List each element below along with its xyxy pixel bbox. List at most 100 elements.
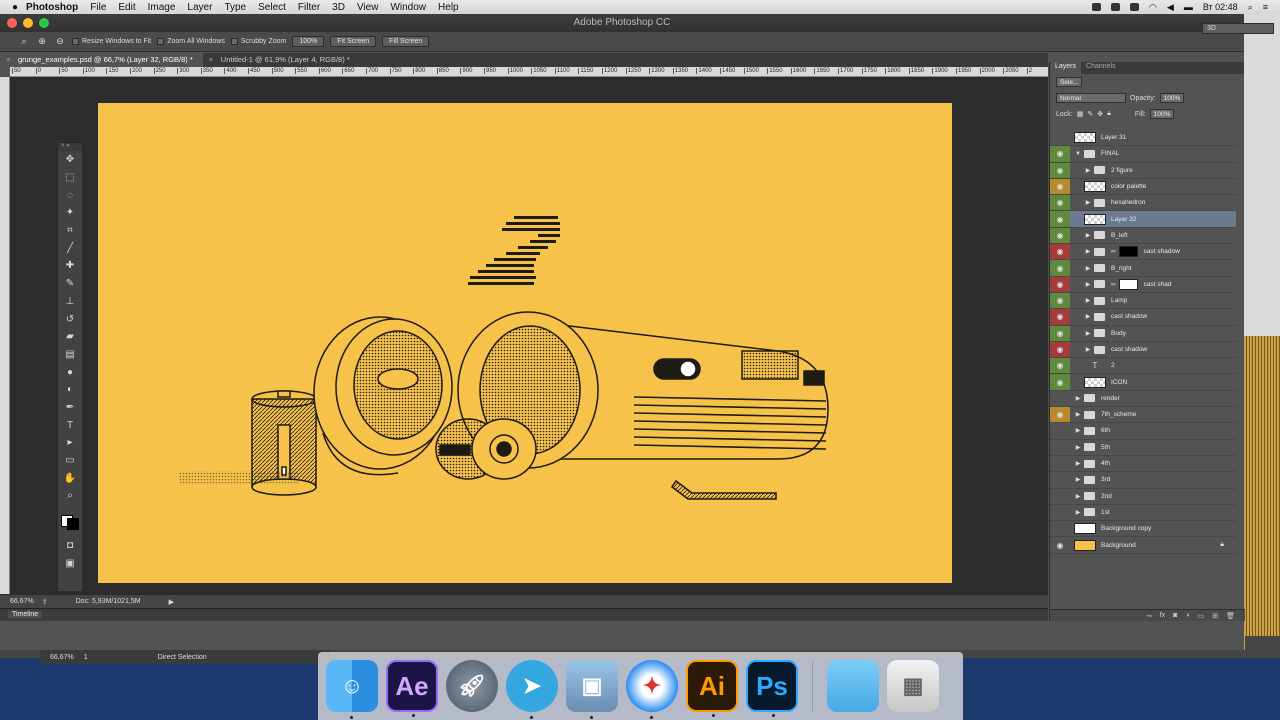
visibility-eye-icon[interactable] [1050,472,1070,487]
resize-windows-checkbox[interactable]: Resize Windows to Fit [72,38,151,45]
lock-brush-icon[interactable]: ✎ [1087,110,1093,118]
layer-row[interactable]: ◉ T 2 [1050,358,1236,375]
type-tool-icon[interactable]: T [58,416,82,434]
pen-tool-icon[interactable]: ✒ [58,399,82,417]
path-select-tool-icon[interactable]: ▸ [58,434,82,452]
notification-icon[interactable]: ≡ [1263,2,1268,12]
lock-move-icon[interactable]: ✥ [1097,110,1103,118]
workspace-select[interactable]: 3D [1202,23,1274,34]
chain-link-icon[interactable]: ∞ [1111,281,1116,288]
layer-row[interactable]: ◉ ▶ B_left [1050,227,1236,245]
after-effects-icon[interactable]: Ae [386,660,438,717]
tab-untitled-1[interactable]: × Untitled-1 @ 61,9% (Layer 4, RGB/8) * [203,53,360,67]
close-tab-icon[interactable]: × [6,55,10,64]
expand-right-icon[interactable]: ▶ [1074,444,1082,451]
menu-image[interactable]: Image [148,2,176,13]
horizontal-ruler[interactable]: 50 0 50 100 150 200 250 300 350 400 450 500 550 600 65… [10,67,1048,77]
lasso-tool-icon[interactable]: ◌ [58,186,82,204]
visibility-eye-icon[interactable] [1050,489,1070,504]
layer-row[interactable]: ◉ color palette [1050,178,1236,196]
status-arrow-icon[interactable]: ▶ [169,598,174,606]
add-mask-icon[interactable]: ◙ [1173,612,1177,619]
close-window-button[interactable] [7,18,17,28]
expand-right-icon[interactable]: ▶ [1074,395,1082,402]
layer-row[interactable]: ▶ 2nd [1050,489,1236,505]
share-icon[interactable]: ⇪ [42,598,48,606]
menu-3d[interactable]: 3D [332,2,345,13]
zoom-window-button[interactable] [39,18,49,28]
visibility-eye-icon[interactable] [1050,391,1070,406]
layer-mask-thumbnail[interactable] [1118,246,1138,258]
illustrator-icon[interactable]: Ai [686,660,738,717]
window-titlebar[interactable]: Adobe Photoshop CC [0,14,1244,32]
fit-screen-button[interactable]: Fit Screen [330,36,377,47]
visibility-eye-icon[interactable] [1050,505,1070,520]
visibility-eye-icon[interactable]: ◉ [1050,537,1070,552]
timeline-tab[interactable]: Timeline [8,611,43,618]
healing-tool-icon[interactable]: ✚ [58,257,82,275]
crop-tool-icon[interactable]: ⌗ [58,222,82,240]
fx-icon[interactable]: fx [1160,612,1165,619]
battery-icon[interactable] [1130,3,1140,11]
layer-row[interactable]: ▶ 4th [1050,456,1236,473]
downloads-folder-icon[interactable] [827,660,879,712]
layer-row[interactable]: ◉ ▶ hexahedron [1050,195,1236,212]
layer-row[interactable]: ◉ ▼ FINAL [1050,146,1236,163]
hand-tool-icon[interactable]: ✋ [58,469,82,487]
visibility-eye-icon[interactable]: ◉ [1050,374,1070,390]
visibility-eye-icon[interactable]: ◉ [1050,358,1070,374]
move-tool-icon[interactable]: ✥ [58,151,82,169]
tab-layers[interactable]: Layers [1050,62,1082,74]
apple-icon[interactable]: ● [12,2,18,13]
layer-row[interactable]: ▶ 3rd [1050,472,1236,489]
expand-right-icon[interactable]: ▶ [1084,199,1092,206]
blend-mode-select[interactable]: Normal [1056,93,1126,103]
visibility-eye-icon[interactable]: ◉ [1050,195,1070,211]
menu-edit[interactable]: Edit [118,2,135,13]
expand-down-icon[interactable]: ▼ [1074,151,1082,157]
visibility-eye-icon[interactable]: ◉ [1050,407,1070,423]
layer-row[interactable]: ▶ 6th [1050,423,1236,440]
fill-input[interactable]: 100% [1149,109,1175,119]
blur-tool-icon[interactable]: ● [58,363,82,381]
expand-right-icon[interactable]: ▶ [1074,509,1082,516]
layer-row[interactable]: ◉ ▶ cast shadow [1050,341,1236,359]
delete-layer-icon[interactable]: 🗑︎ [1226,612,1235,620]
expand-right-icon[interactable]: ▶ [1084,248,1092,255]
vertical-ruler[interactable] [0,77,10,608]
visibility-eye-icon[interactable] [1050,456,1070,471]
expand-right-icon[interactable]: ▶ [1084,330,1092,337]
rectangle-tool-icon[interactable]: ▭ [58,452,82,470]
wifi-icon[interactable]: ◠ [1149,2,1157,13]
layer-row[interactable]: Background copy [1050,521,1236,538]
expand-right-icon[interactable]: ▶ [1074,411,1082,418]
visibility-eye-icon[interactable]: ◉ [1050,292,1070,309]
visibility-eye-icon[interactable]: ◉ [1050,341,1070,358]
layer-row[interactable]: ◉ Background 🔒︎ [1050,537,1236,554]
visibility-eye-icon[interactable]: ◉ [1050,244,1070,260]
link-layers-icon[interactable]: ⊸ [1146,612,1152,620]
expand-right-icon[interactable]: ▶ [1084,297,1092,304]
safari-icon[interactable]: ✦ [626,660,678,719]
adjustment-icon[interactable]: ◑ [1185,612,1189,619]
expand-right-icon[interactable]: ▶ [1074,493,1082,500]
layer-row[interactable]: ◉ ▶ B_right [1050,260,1236,277]
layer-row[interactable]: Layer 31 [1050,130,1236,147]
expand-right-icon[interactable]: ▶ [1084,281,1092,288]
tab-channels[interactable]: Channels [1081,62,1121,74]
visibility-eye-icon[interactable] [1050,130,1070,145]
layer-row[interactable]: ▶ 1st [1050,505,1236,522]
layer-row[interactable]: ◉ ▶ cast shadow [1050,309,1236,326]
layer-row[interactable]: ◉ ▶ 7th_scheme [1050,407,1236,424]
flag-icon[interactable]: ▬ [1184,2,1193,12]
expand-right-icon[interactable]: ▶ [1084,265,1092,272]
brush-tool-icon[interactable]: ✎ [58,275,82,293]
close-tab-icon[interactable]: × [209,55,213,64]
layer-row[interactable]: ◉ ▶ ∞ cast shadow [1050,244,1236,261]
menu-layer[interactable]: Layer [187,2,212,13]
scrubby-zoom-checkbox[interactable]: Scrubby Zoom [230,38,286,45]
layer-row[interactable]: ◉ ICON [1050,374,1236,391]
zoom-100-button[interactable]: 100% [292,36,325,47]
launchpad-icon[interactable]: 🚀︎ [446,660,498,712]
visibility-eye-icon[interactable]: ◉ [1050,309,1070,325]
